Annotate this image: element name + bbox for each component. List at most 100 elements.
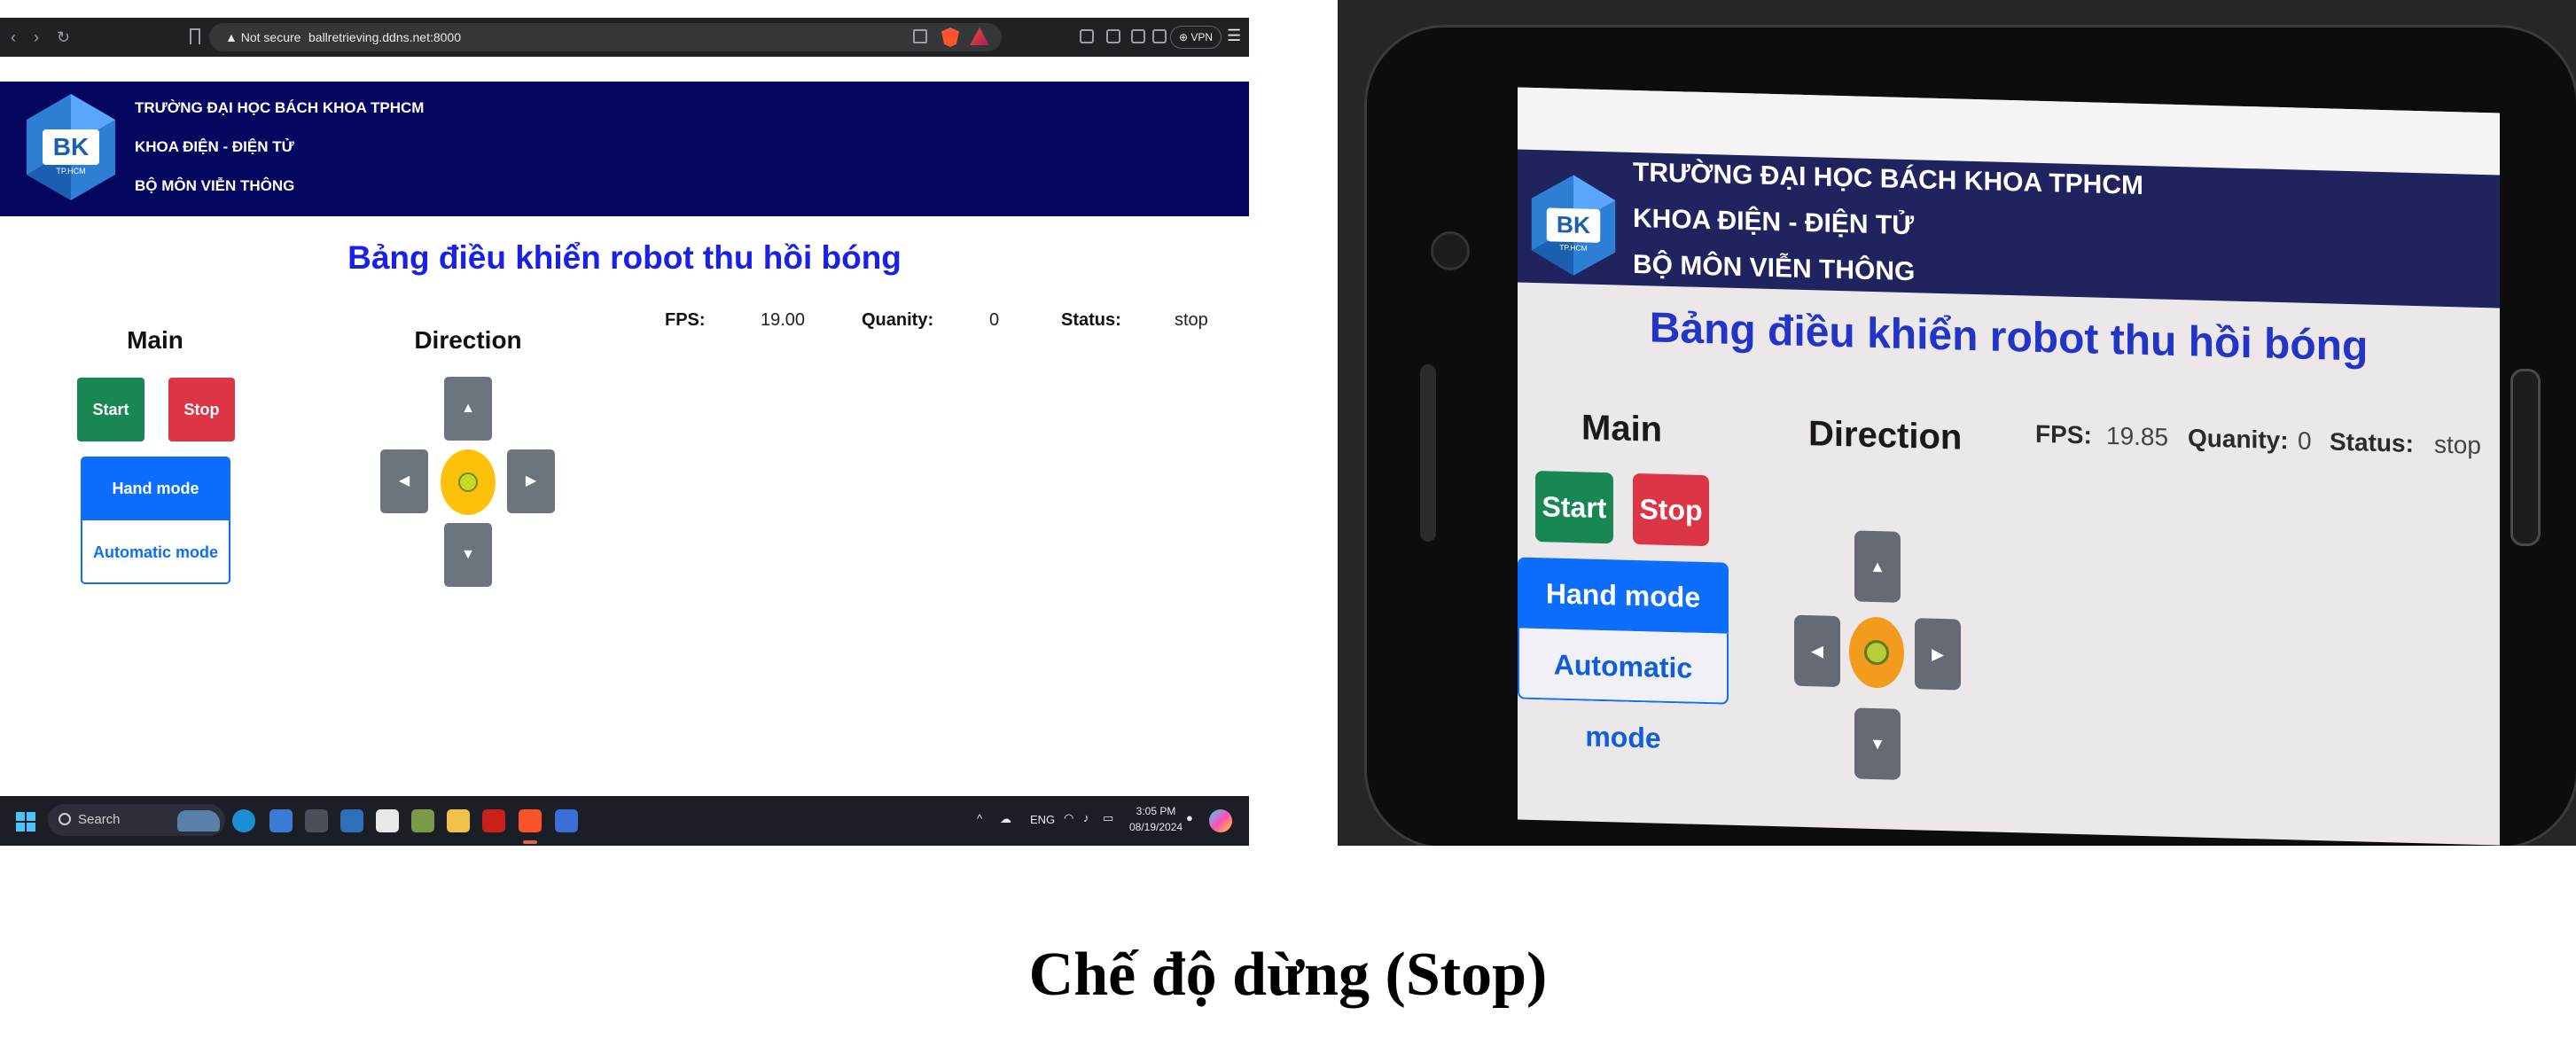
phone-tennis-ball-icon xyxy=(1864,639,1889,666)
phone-bk-logo: BK TP.HCM xyxy=(1531,175,1616,276)
figure-caption: Chế độ dừng (Stop) xyxy=(1028,941,1548,1009)
header-department: BỘ MÔN VIỄN THÔNG xyxy=(135,177,295,194)
wallet-icon[interactable] xyxy=(1152,29,1167,43)
header-university: TRƯỜNG ĐẠI HỌC BÁCH KHOA TPHCM xyxy=(135,99,425,116)
music-icon[interactable] xyxy=(1106,29,1120,43)
arrow-down-button[interactable]: ▼ xyxy=(444,523,492,587)
cloud-icon[interactable]: ☁ xyxy=(1000,812,1011,826)
pdf-reader-icon[interactable] xyxy=(482,809,505,832)
phone-direction-title: Direction xyxy=(1808,414,1963,457)
phone-screen: BK TP.HCM TRƯỜNG ĐẠI HỌC BÁCH KHOA TPHCM… xyxy=(1518,87,2500,846)
phone-site-header: BK TP.HCM TRƯỜNG ĐẠI HỌC BÁCH KHOA TPHCM… xyxy=(1518,149,2500,308)
notepad-icon[interactable] xyxy=(269,809,293,832)
clock[interactable]: 3:05 PM 08/19/2024 xyxy=(1129,803,1183,835)
search-icon xyxy=(59,813,71,825)
hand-mode-button[interactable]: Hand mode xyxy=(81,457,230,520)
quantity-label: Quanity: xyxy=(862,310,934,330)
language-indicator[interactable]: ENG xyxy=(1030,813,1055,826)
phone-quantity-label: Quanity: xyxy=(2188,424,2289,455)
extension-icon[interactable] xyxy=(1080,29,1094,43)
phone-stop-button[interactable]: Stop xyxy=(1633,472,1709,547)
arrow-left-button[interactable]: ◀ xyxy=(380,449,428,513)
status-value: stop xyxy=(1175,310,1208,330)
status-label: Status: xyxy=(1061,310,1121,330)
file-explorer-icon[interactable] xyxy=(447,809,470,832)
windows-start-icon[interactable] xyxy=(16,812,35,832)
phone-body: BK TP.HCM TRƯỜNG ĐẠI HỌC BÁCH KHOA TPHCM… xyxy=(1364,25,2576,846)
automatic-mode-button[interactable]: Automatic mode xyxy=(81,520,230,584)
phone-quantity-value: 0 xyxy=(2298,426,2312,455)
phone-hand-mode-button[interactable]: Hand mode xyxy=(1518,557,1729,634)
direction-section-title: Direction xyxy=(414,326,522,354)
page-title: Bảng điều khiển robot thu hồi bóng xyxy=(347,239,902,276)
phone-main-title: Main xyxy=(1581,408,1663,449)
phone-arrow-left-button[interactable]: ◀ xyxy=(1794,614,1840,688)
forward-icon[interactable]: › xyxy=(34,28,39,46)
phone-arrow-up-button[interactable]: ▲ xyxy=(1854,530,1901,603)
remote-desktop-icon[interactable] xyxy=(555,809,578,832)
app-icon[interactable] xyxy=(411,809,434,832)
clock-time: 3:05 PM xyxy=(1136,805,1176,817)
site-header: BK TP.HCM TRƯỜNG ĐẠI HỌC BÁCH KHOA TPHCM… xyxy=(0,82,1249,216)
bk-logo: BK TP.HCM xyxy=(27,94,115,200)
edge-icon[interactable] xyxy=(232,809,255,832)
url-text[interactable]: ballretrieving.ddns.net:8000 xyxy=(308,25,461,50)
tennis-ball-button[interactable] xyxy=(441,449,496,515)
phone-logo-text: BK xyxy=(1557,211,1590,238)
brave-shield-icon[interactable] xyxy=(941,27,959,47)
clock-date: 08/19/2024 xyxy=(1129,821,1183,833)
phone-automatic-mode-button[interactable]: Automatic mode xyxy=(1518,628,1729,754)
phone-header-department: BỘ MÔN VIỄN THÔNG xyxy=(1633,249,1916,287)
phone-fps-label: FPS: xyxy=(2035,419,2092,449)
figure: ‹ › ↻ ▲ Not secure ballretrieving.ddns.n… xyxy=(0,0,2576,1062)
share-icon[interactable] xyxy=(913,29,927,43)
phone-tennis-ball-button[interactable] xyxy=(1849,616,1904,689)
notification-bell-icon[interactable]: ● xyxy=(1186,811,1193,824)
phone-photo: BK TP.HCM TRƯỜNG ĐẠI HỌC BÁCH KHOA TPHCM… xyxy=(1338,0,2576,846)
menu-icon[interactable]: ☰ xyxy=(1227,27,1241,45)
fps-label: FPS: xyxy=(665,310,706,330)
terminal-icon[interactable] xyxy=(305,809,328,832)
reload-icon[interactable]: ↻ xyxy=(57,28,70,46)
logo-text: BK xyxy=(53,133,89,160)
phone-camera-icon xyxy=(1431,231,1470,270)
phone-page-title: Bảng điều khiển robot thu hồi bóng xyxy=(1649,304,2369,371)
search-highlight-icon xyxy=(177,810,220,832)
phone-status-value: stop xyxy=(2434,430,2481,459)
phone-logo-subtext: TP.HCM xyxy=(1559,243,1587,253)
start-button[interactable]: Start xyxy=(77,378,144,441)
phone-arrow-down-button[interactable]: ▼ xyxy=(1854,707,1901,780)
arrow-right-button[interactable]: ▶ xyxy=(507,449,555,513)
main-section-title: Main xyxy=(127,326,183,354)
tray-overflow-icon[interactable]: ^ xyxy=(977,812,982,825)
windows-taskbar: Search ^ ☁ ENG ◠ ♪ ▭ 3:05 PM 08/19/2024 xyxy=(0,796,1249,846)
visual-studio-code-icon[interactable] xyxy=(340,809,363,832)
bookmark-icon[interactable] xyxy=(190,28,200,44)
brave-browser-icon[interactable] xyxy=(519,809,542,832)
phone-side-button xyxy=(2510,369,2541,546)
phone-status-label: Status: xyxy=(2330,427,2414,457)
copilot-icon[interactable] xyxy=(1209,809,1232,832)
desktop-screenshot: ‹ › ↻ ▲ Not secure ballretrieving.ddns.n… xyxy=(0,18,1249,846)
volume-icon[interactable]: ♪ xyxy=(1083,811,1089,824)
snipping-tool-icon[interactable] xyxy=(376,809,399,832)
logo-subtext: TP.HCM xyxy=(56,167,85,176)
back-icon[interactable]: ‹ xyxy=(11,28,16,46)
phone-fps-value: 19.85 xyxy=(2106,421,2169,451)
stop-button[interactable]: Stop xyxy=(168,378,235,441)
arrow-up-button[interactable]: ▲ xyxy=(444,377,492,441)
phone-start-button[interactable]: Start xyxy=(1535,471,1613,544)
phone-arrow-right-button[interactable]: ▶ xyxy=(1915,618,1961,691)
phone-speaker xyxy=(1420,364,1436,542)
sidebar-icon[interactable] xyxy=(1131,29,1145,43)
phone-header-university: TRƯỜNG ĐẠI HỌC BÁCH KHOA TPHCM xyxy=(1633,157,2144,200)
battery-icon[interactable]: ▭ xyxy=(1103,811,1113,825)
quantity-value: 0 xyxy=(989,310,1000,330)
tennis-ball-icon xyxy=(458,472,478,492)
phone-header-faculty: KHOA ĐIỆN - ĐIỆN TỬ xyxy=(1633,203,1915,241)
vpn-button[interactable]: ⊕ VPN xyxy=(1170,26,1222,49)
fps-value: 19.00 xyxy=(761,310,806,330)
browser-toolbar: ‹ › ↻ ▲ Not secure ballretrieving.ddns.n… xyxy=(0,18,1249,57)
wifi-icon[interactable]: ◠ xyxy=(1064,811,1073,825)
not-secure-label[interactable]: ▲ Not secure xyxy=(225,25,301,50)
